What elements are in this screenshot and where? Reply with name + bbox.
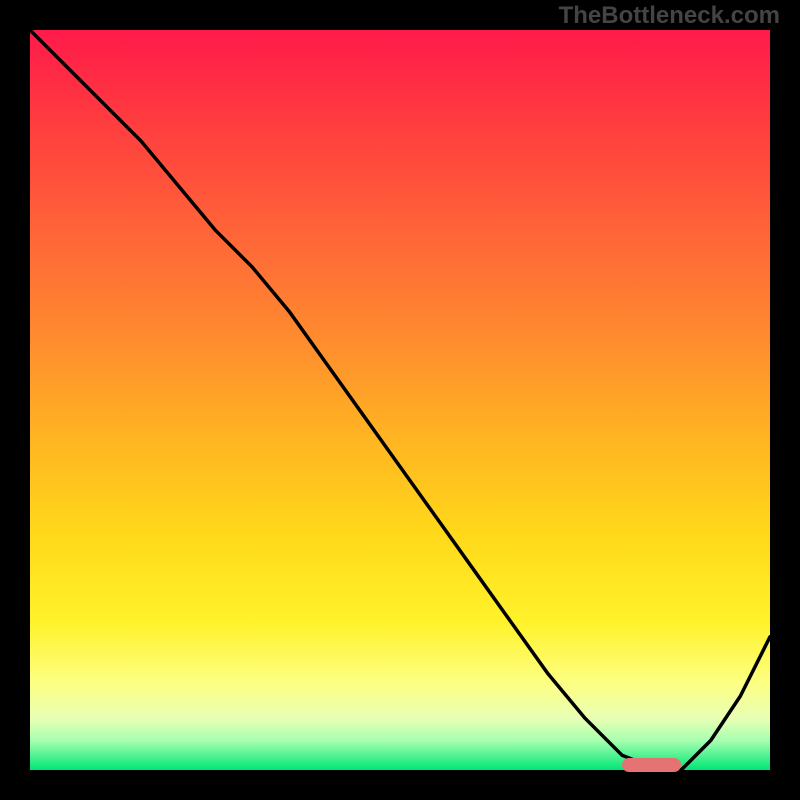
plot-area: [30, 30, 770, 770]
bottleneck-curve: [30, 30, 770, 770]
watermark-text: TheBottleneck.com: [559, 2, 780, 30]
chart-container: TheBottleneck.com: [0, 0, 800, 800]
optimal-range-marker: [622, 758, 681, 772]
